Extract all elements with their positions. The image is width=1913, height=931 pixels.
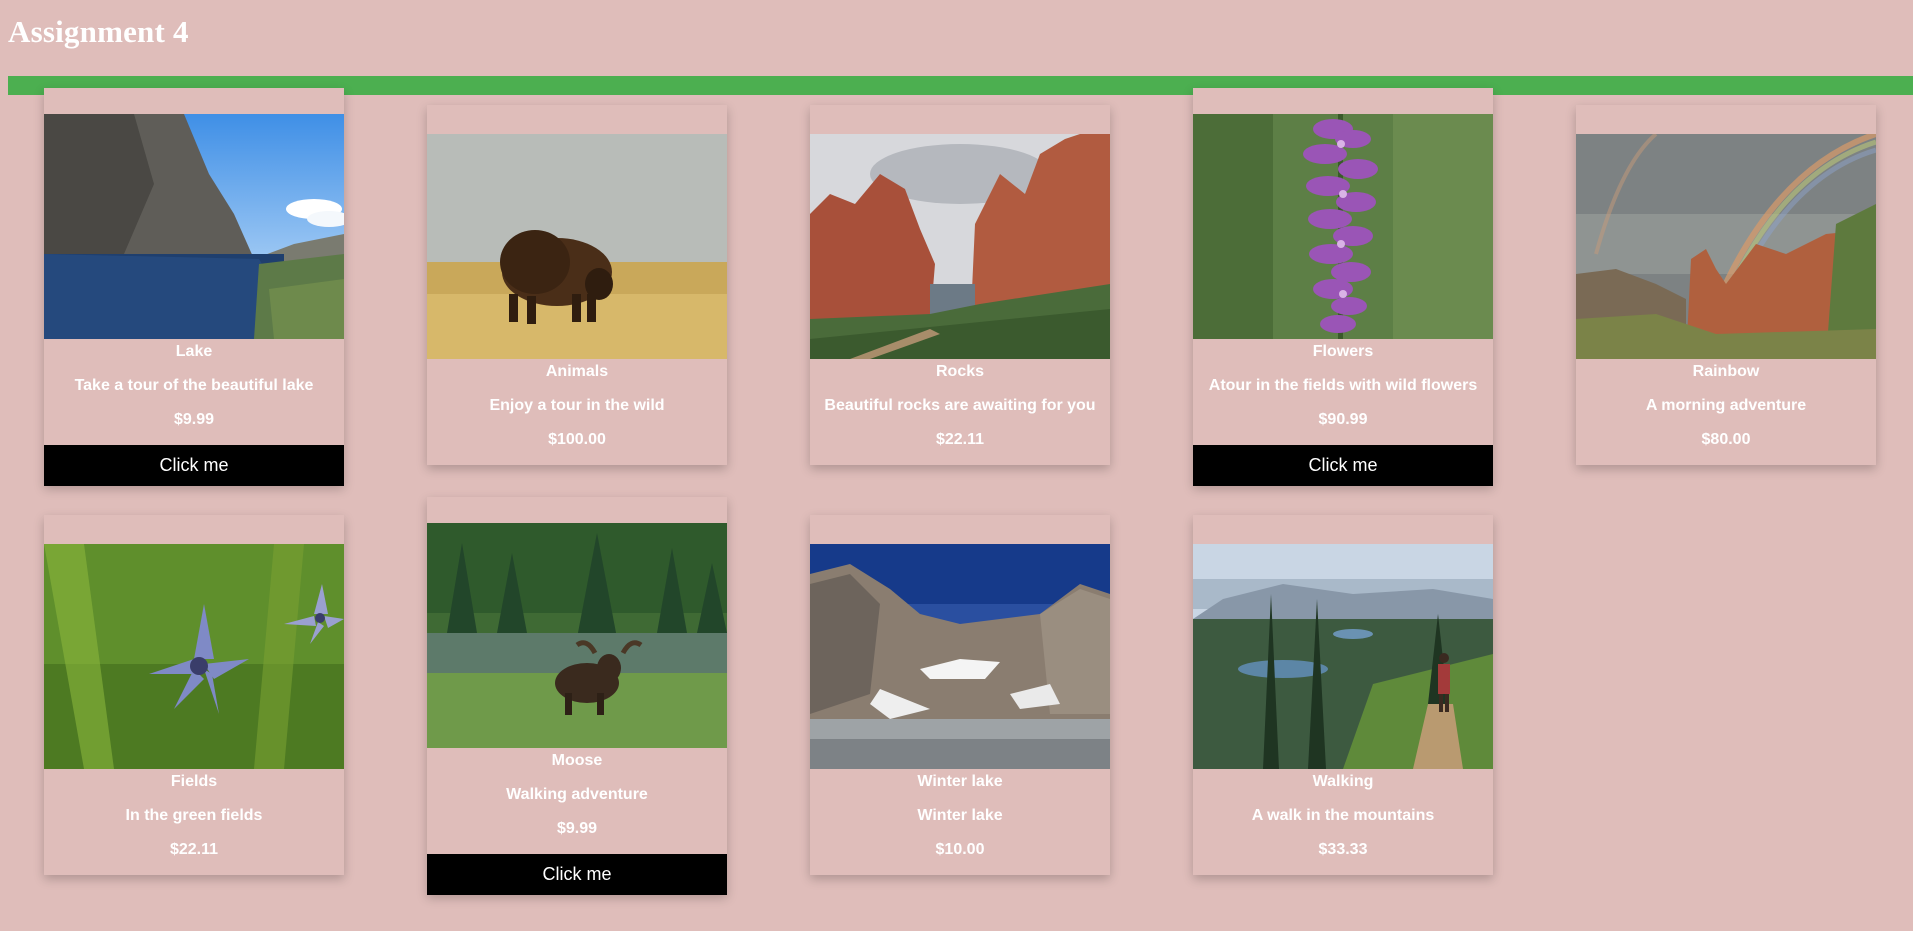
card-description: A walk in the mountains: [1251, 807, 1435, 824]
moose-photo: [427, 523, 727, 748]
card-title: Winter lake: [917, 773, 1003, 790]
blue-flower-photo: [44, 544, 344, 769]
card-description: Winter lake: [917, 807, 1003, 824]
card-price: $9.99: [173, 411, 215, 428]
page-title: Assignment 4: [8, 14, 189, 49]
click-me-button[interactable]: Click me: [44, 445, 344, 486]
card-description: In the green fields: [125, 807, 263, 824]
product-card-rocks: Rocks Beautiful rocks are awaiting for y…: [810, 105, 1110, 465]
card-description: Enjoy a tour in the wild: [489, 397, 665, 414]
product-card-animals: Animals Enjoy a tour in the wild $100.00: [427, 105, 727, 465]
rainbow-canyon-photo: [1576, 134, 1876, 359]
lake-photo: [44, 114, 344, 339]
card-title: Flowers: [1312, 343, 1374, 360]
purple-flowers-photo: [1193, 114, 1493, 339]
winter-lake-photo: [810, 544, 1110, 769]
card-price: $90.99: [1318, 411, 1368, 428]
card-description: Take a tour of the beautiful lake: [74, 377, 314, 394]
card-description: Atour in the fields with wild flowers: [1208, 377, 1478, 394]
card-description: Walking adventure: [506, 786, 648, 803]
card-price: $9.99: [556, 820, 598, 837]
card-title: Moose: [551, 752, 603, 769]
product-card-moose: Moose Walking adventure $9.99 Click me: [427, 497, 727, 895]
card-price: $33.33: [1318, 841, 1368, 858]
card-price: $22.11: [935, 431, 985, 448]
card-title: Rainbow: [1692, 363, 1760, 380]
card-title: Lake: [175, 343, 213, 360]
product-card-fields: Fields In the green fields $22.11: [44, 515, 344, 875]
card-price: $100.00: [548, 431, 606, 448]
click-me-button[interactable]: Click me: [427, 854, 727, 895]
product-card-walking: Walking A walk in the mountains $33.33: [1193, 515, 1493, 875]
red-rocks-photo: [810, 134, 1110, 359]
click-me-button[interactable]: Click me: [1193, 445, 1493, 486]
card-title: Walking: [1312, 773, 1374, 790]
card-price: $22.11: [169, 841, 219, 858]
product-card-lake: Lake Take a tour of the beautiful lake $…: [44, 88, 344, 486]
card-title: Animals: [545, 363, 609, 380]
card-price: $10.00: [935, 841, 985, 858]
card-description: Beautiful rocks are awaiting for you: [824, 397, 1096, 414]
product-card-rainbow: Rainbow A morning adventure $80.00: [1576, 105, 1876, 465]
hiking-trail-photo: [1193, 544, 1493, 769]
card-description: A morning adventure: [1645, 397, 1807, 414]
card-title: Rocks: [935, 363, 985, 380]
product-card-flowers: Flowers Atour in the fields with wild fl…: [1193, 88, 1493, 486]
bison-photo: [427, 134, 727, 359]
card-price: $80.00: [1701, 431, 1751, 448]
card-title: Fields: [170, 773, 218, 790]
product-card-winter-lake: Winter lake Winter lake $10.00: [810, 515, 1110, 875]
